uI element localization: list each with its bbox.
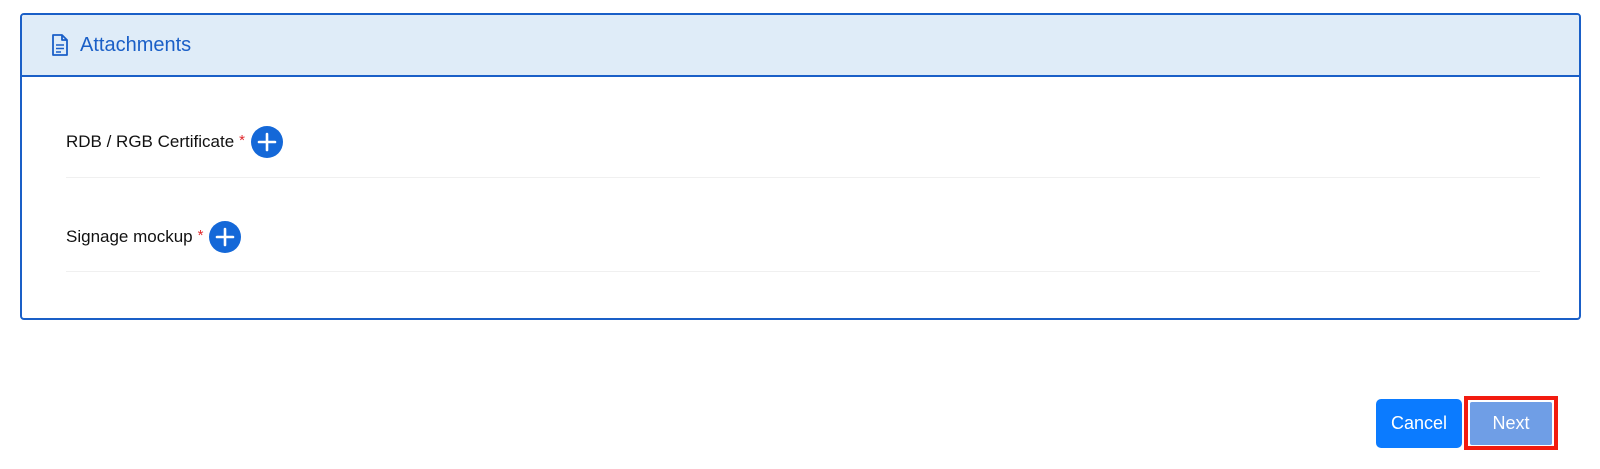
field-label: RDB / RGB Certificate	[66, 132, 235, 151]
plus-circle-icon	[216, 227, 235, 247]
required-indicator: *	[239, 131, 245, 149]
cancel-button[interactable]: Cancel	[1376, 399, 1462, 448]
field-row-rdb-certificate: RDB / RGB Certificate *	[66, 125, 1540, 178]
field-label: Signage mockup	[66, 227, 193, 246]
attachments-panel: Attachments RDB / RGB Certificate * Sign…	[20, 13, 1581, 320]
next-button[interactable]: Next	[1470, 402, 1552, 445]
plus-circle-icon	[257, 132, 277, 152]
panel-title: Attachments	[80, 33, 192, 56]
panel-header: Attachments	[22, 15, 1579, 77]
required-indicator: *	[197, 226, 204, 244]
document-icon	[49, 33, 71, 57]
field-row-signage-mockup: Signage mockup *	[66, 220, 1540, 272]
add-rdb-certificate-button[interactable]	[251, 126, 283, 158]
add-signage-mockup-button[interactable]	[209, 221, 242, 253]
